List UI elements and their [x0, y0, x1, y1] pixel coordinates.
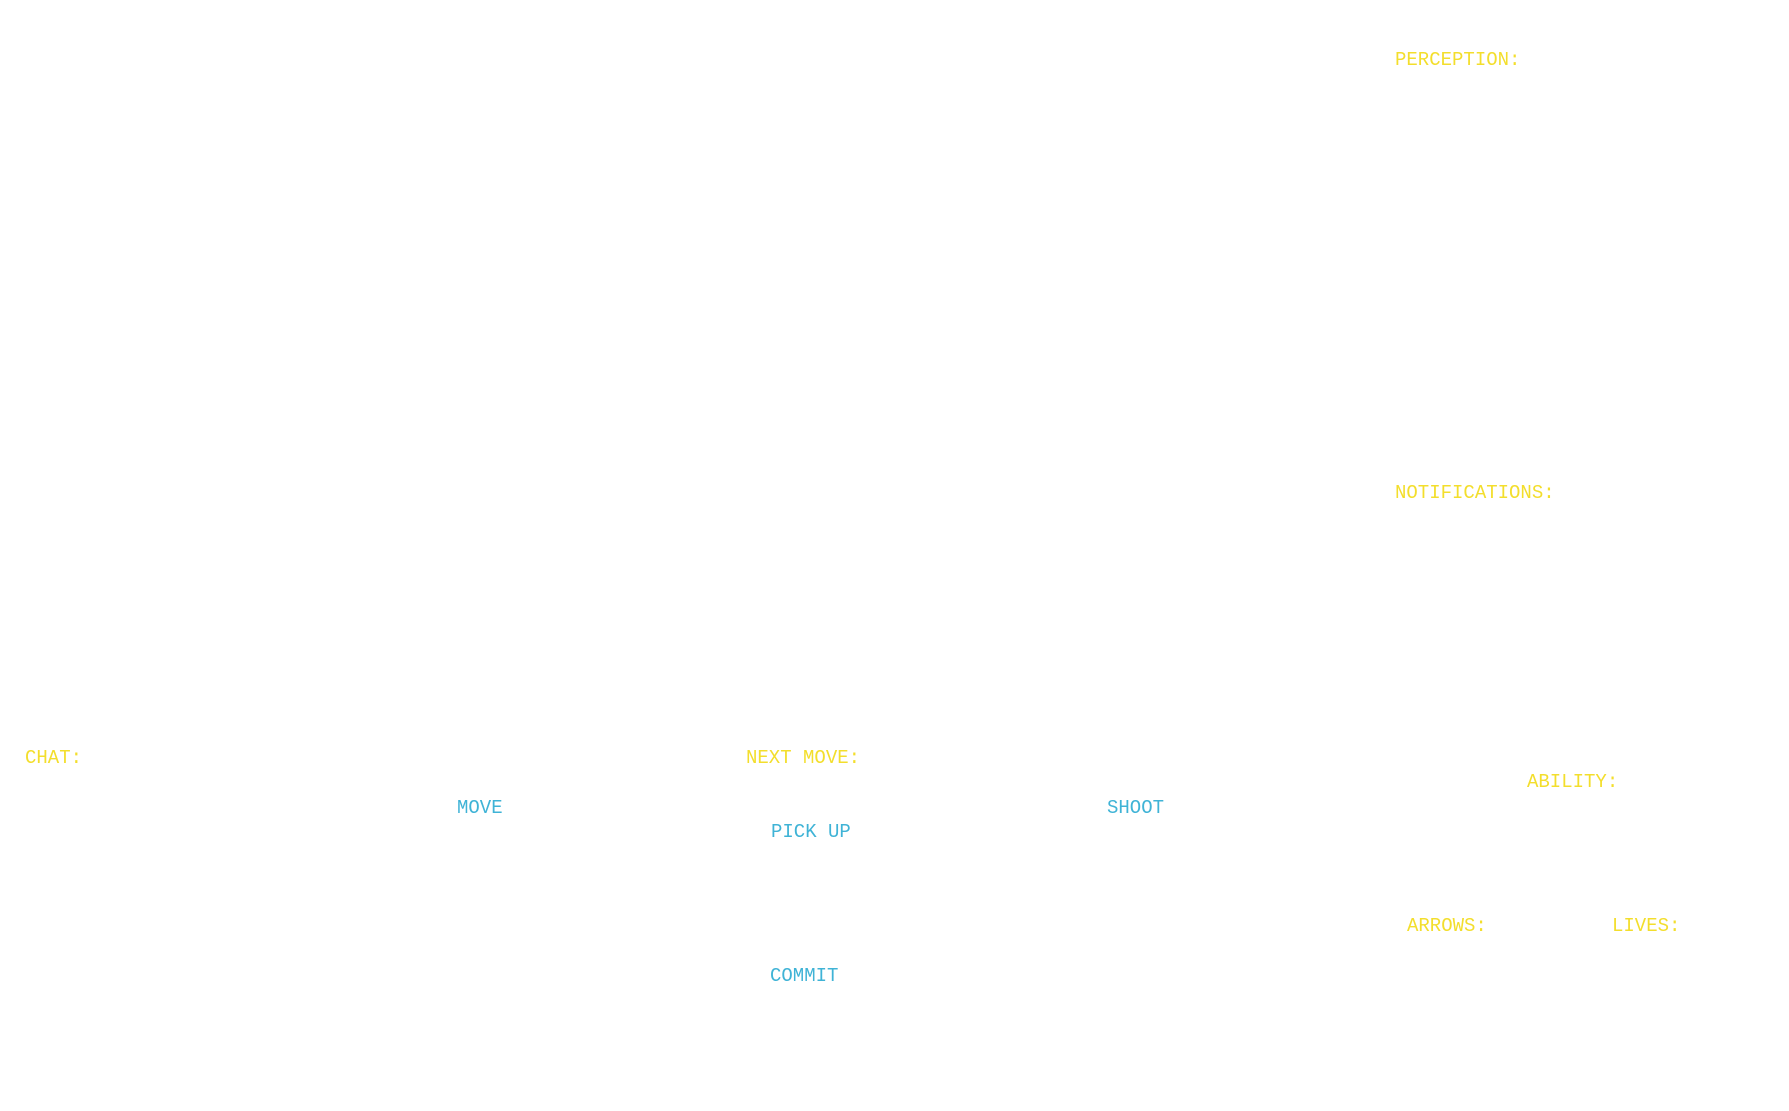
next-move-label: NEXT MOVE:	[746, 747, 861, 769]
move-button[interactable]: MOVE	[457, 797, 503, 819]
perception-label: PERCEPTION:	[1395, 49, 1521, 71]
arrows-label: ARROWS:	[1407, 915, 1487, 937]
notifications-label: NOTIFICATIONS:	[1395, 482, 1555, 504]
pick-up-button[interactable]: PICK UP	[771, 821, 851, 843]
chat-panel[interactable]	[25, 772, 445, 1092]
chat-label: CHAT:	[25, 747, 83, 769]
commit-button[interactable]: COMMIT	[770, 965, 838, 987]
game-board[interactable]	[0, 0, 1380, 730]
notifications-panel	[1395, 508, 1765, 728]
lives-label: LIVES:	[1612, 915, 1681, 937]
ability-label: ABILITY:	[1527, 771, 1619, 793]
perception-panel	[1395, 75, 1765, 475]
shoot-button[interactable]: SHOOT	[1107, 797, 1164, 819]
